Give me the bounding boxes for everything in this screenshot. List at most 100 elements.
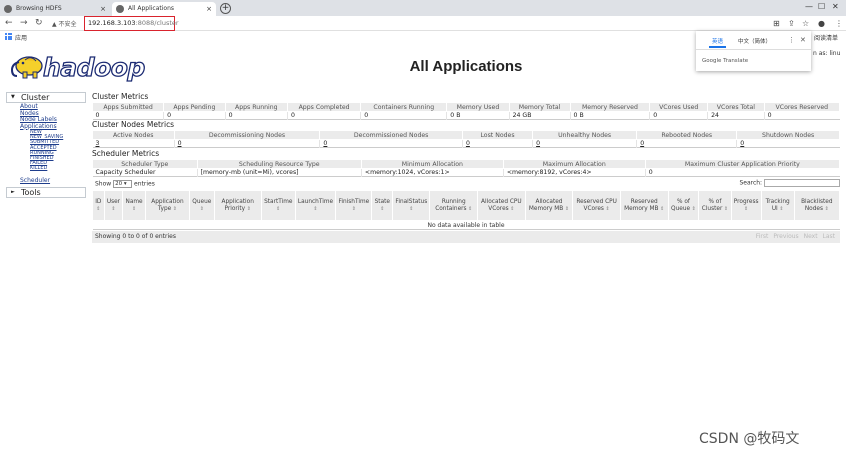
apps-grid-icon[interactable] [5,33,12,40]
url-path: :8088/cluster [135,19,179,27]
new-tab-button[interactable]: + [220,3,231,14]
caret-right-icon: ► [11,188,15,195]
column-header-reserved-cpu-vcores[interactable]: Reserved CPU VCores ⇕ [572,190,621,221]
more-options-icon[interactable]: ⋮ [788,36,795,44]
sort-icon: ⇕ [409,205,414,212]
column-header-reserved-memory-mb[interactable]: Reserved Memory MB ⇕ [619,190,669,221]
column-header-apps-running: Apps Running [224,102,288,112]
column-header-starttime[interactable]: StartTime ⇕ [260,190,296,221]
column-header-of-cluster[interactable]: % of Cluster ⇕ [698,190,732,221]
sort-icon: ⇕ [351,205,356,212]
column-header-user[interactable]: User ⇕ [103,190,124,221]
logged-in-user: n as: linu [813,50,841,57]
sort-icon: ⇕ [131,205,137,212]
metric-link[interactable]: 3 [96,140,100,147]
column-header-allocated-cpu-vcores[interactable]: Allocated CPU VCores ⇕ [477,190,526,221]
column-header-finalstatus[interactable]: FinalStatus ⇕ [392,190,431,221]
reading-list-button[interactable]: 阅读清单 [814,33,838,42]
translate-tab-source[interactable]: 英语 [708,37,727,48]
globe-icon [116,5,124,13]
maximize-button[interactable]: ☐ [818,2,825,11]
close-window-button[interactable]: ✕ [832,2,839,11]
metric-link[interactable]: 0 [640,140,644,147]
nav-link-scheduler[interactable]: Scheduler [20,177,50,184]
pager-first[interactable]: First [756,233,769,240]
column-header-queue[interactable]: Queue ⇕ [189,190,215,221]
insecure-indicator[interactable]: ▲ 不安全 [52,19,77,28]
translate-icon[interactable]: ⊞ [773,19,780,28]
sort-icon: ⇕ [245,205,251,212]
close-icon[interactable]: ✕ [800,36,806,44]
column-header-launchtime[interactable]: LaunchTime ⇕ [294,190,337,221]
table-row: No data available in table [92,220,840,230]
sort-icon: ⇕ [380,205,385,212]
column-header-maximum-cluster-application-priority: Maximum Cluster Application Priority [644,159,841,169]
metric-value-active-nodes: 3 [93,140,175,148]
metric-link[interactable]: 0 [740,140,744,147]
pager-previous[interactable]: Previous [773,233,798,240]
metric-link[interactable]: 0 [178,140,182,147]
sort-icon: ⇕ [744,205,749,212]
minimize-button[interactable]: — [805,2,813,11]
menu-kebab-icon[interactable]: ⋮ [835,19,843,28]
column-header-memory-reserved: Memory Reserved [569,102,651,112]
table-row: 3 0 0 0 0 0 0 [92,139,840,148]
state-killed[interactable]: KILLED [30,166,86,171]
back-arrow-icon[interactable]: ← [5,18,13,28]
tab-browsing-hdfs[interactable]: Browsing HDFS × [0,2,110,16]
metric-link[interactable]: 0 [323,140,327,147]
nav-tools-label: Tools [21,187,41,197]
column-label: Name [125,198,143,205]
profile-icon[interactable]: ● [818,19,825,28]
pager-next[interactable]: Next [804,233,818,240]
forward-arrow-icon[interactable]: → [20,18,28,28]
applications-table: ID ⇕ User ⇕ Name ⇕ Application Type ⇕ Queue … [92,190,841,230]
column-label: StartTime [264,198,293,205]
column-label: % of Cluster [701,198,723,212]
apps-bookmark[interactable]: 应用 [15,33,27,42]
column-header-id[interactable]: ID ⇕ [92,190,105,221]
sort-icon: ⇕ [722,205,729,212]
sort-icon: ⇕ [199,205,204,212]
column-label: Reserved CPU VCores [576,198,617,212]
column-header-of-queue[interactable]: % of Queue ⇕ [667,190,700,221]
column-header-finishtime[interactable]: FinishTime ⇕ [335,190,373,221]
share-icon[interactable]: ⇪ [788,19,795,28]
metric-link[interactable]: 0 [536,140,540,147]
url-field[interactable]: 192.168.3.103:8088/cluster [84,16,179,31]
close-tab-icon[interactable]: × [206,2,212,16]
column-header-allocated-memory-mb[interactable]: Allocated Memory MB ⇕ [524,190,574,221]
metric-value-shutdown-nodes: 0 [736,139,840,148]
column-header-running-containers[interactable]: Running Containers ⇕ [429,190,479,221]
metric-value-memory-reserved: 0 B [569,111,650,120]
metric-link[interactable]: 0 [466,140,470,147]
column-header-decommissioned-nodes: Decommissioned Nodes [319,130,463,140]
column-label: LaunchTime [297,198,334,205]
search-input[interactable] [764,179,840,187]
close-tab-icon[interactable]: × [100,2,106,16]
table-header-row: Scheduler Type Scheduling Resource Type Mi… [92,159,841,169]
address-toolbar: ← → ↻ ▲ 不安全 192.168.3.103:8088/cluster ⊞… [0,16,846,31]
tab-all-applications[interactable]: All Applications × [112,2,216,16]
column-header-scheduler-type: Scheduler Type [92,159,198,169]
column-header-name[interactable]: Name ⇕ [122,190,146,221]
node-metrics-title: Cluster Nodes Metrics [92,120,175,129]
column-header-application-type[interactable]: Application Type ⇕ [144,190,191,221]
page-length-select[interactable]: 20 ▾ [113,180,133,188]
column-header-minimum-allocation: Minimum Allocation [360,159,504,169]
nav-cluster-header[interactable]: ▼ Cluster [6,92,86,103]
reload-icon[interactable]: ↻ [35,18,43,28]
column-header-blacklisted-nodes[interactable]: Blacklisted Nodes ⇕ [793,190,841,221]
translate-tab-target[interactable]: 中文（简体） [738,37,771,45]
column-header-tracking-ui[interactable]: Tracking UI ⇕ [760,190,795,221]
nav-cluster-label: Cluster [21,93,50,102]
column-header-progress[interactable]: Progress ⇕ [730,190,762,221]
pager-last[interactable]: Last [823,233,836,240]
star-icon[interactable]: ☆ [802,19,809,28]
nav-tools-header[interactable]: ► Tools [6,186,86,198]
column-label: % of Queue [671,198,691,212]
browser-tab-strip: Browsing HDFS × All Applications × + — ☐… [0,0,846,16]
metric-value-apps-completed: 0 [286,111,361,120]
column-header-state[interactable]: State ⇕ [371,190,394,221]
column-header-application-priority[interactable]: Application Priority ⇕ [213,190,262,221]
